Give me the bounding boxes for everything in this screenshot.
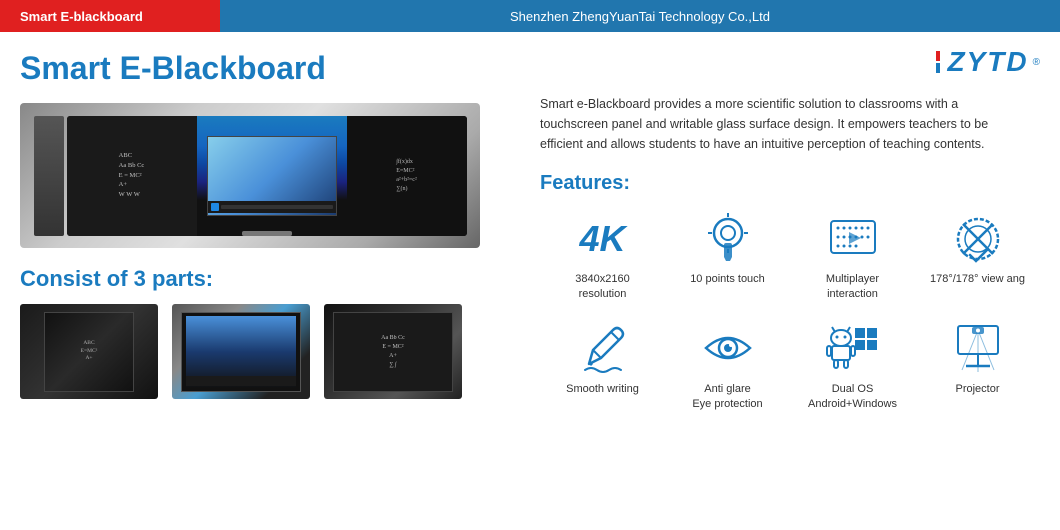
dualos-icon-svg (823, 322, 883, 374)
viewangle-icon-svg (952, 213, 1004, 265)
feature-viewangle-label: 178°/178° view ang (930, 272, 1025, 287)
consist-title: Consist of 3 parts: (20, 266, 510, 292)
feature-touch: 10 points touch (665, 211, 790, 303)
logo-text: ZYTD (948, 46, 1029, 78)
main-content: Smart E-Blackboard ABCAa Bb CcE = MC²A+W… (0, 32, 1060, 530)
features-grid: 4K 3840x2160resolution (540, 211, 1040, 413)
multiplayer-icon (823, 211, 883, 266)
logo-reg: ® (1033, 57, 1040, 68)
part-3-image: Aa Bb CcE = MC²A+∑ ∫ (324, 304, 462, 399)
feature-4k-icon: 4K (573, 211, 633, 266)
writing-icon (573, 321, 633, 376)
viewangle-icon (948, 211, 1008, 266)
left-panel: Smart E-Blackboard ABCAa Bb CcE = MC²A+W… (0, 32, 530, 530)
multiplayer-icon-svg (827, 213, 879, 265)
product-image-main: ABCAa Bb CcE = MC²A+W W W (20, 103, 480, 248)
header-brand: Smart E-blackboard (0, 0, 220, 32)
feature-eyeprotect-label: Anti glareEye protection (692, 382, 762, 413)
page-title: Smart E-Blackboard (20, 50, 510, 87)
feature-multiplayer: Multiplayerinteraction (790, 211, 915, 303)
eyeprotect-icon (698, 321, 758, 376)
feature-writing: Smooth writing (540, 321, 665, 413)
dualos-icon (823, 321, 883, 376)
feature-4k: 4K 3840x2160resolution (540, 211, 665, 303)
feature-projector-label: Projector (955, 382, 999, 397)
writing-icon-svg (577, 322, 629, 374)
feature-dualos-label: Dual OSAndroid+Windows (808, 382, 897, 413)
header-brand-label: Smart E-blackboard (20, 9, 143, 24)
part-2-image (172, 304, 310, 399)
feature-projector: Projector (915, 321, 1040, 413)
feature-viewangle: 178°/178° view ang (915, 211, 1040, 303)
feature-4k-label: 3840x2160resolution (575, 272, 629, 303)
part-1-image: ABCE=MC²A+ (20, 304, 158, 399)
projector-icon-svg (952, 322, 1004, 374)
projector-icon (948, 321, 1008, 376)
right-panel: ZYTD ® Smart e-Blackboard provides a mor… (530, 32, 1060, 530)
eyeprotect-icon-svg (702, 322, 754, 374)
logo: ZYTD ® (936, 46, 1040, 78)
feature-touch-label: 10 points touch (690, 272, 765, 287)
header-company: Shenzhen ZhengYuanTai Technology Co.,Ltd (220, 0, 1060, 32)
feature-writing-label: Smooth writing (566, 382, 639, 397)
product-description: Smart e-Blackboard provides a more scien… (540, 94, 1000, 154)
header-company-label: Shenzhen ZhengYuanTai Technology Co.,Ltd (510, 9, 770, 24)
feature-dualos: Dual OSAndroid+Windows (790, 321, 915, 413)
touch-icon-svg (702, 213, 754, 265)
features-title: Features: (540, 172, 1040, 195)
header: Smart E-blackboard Shenzhen ZhengYuanTai… (0, 0, 1060, 32)
feature-eyeprotect: Anti glareEye protection (665, 321, 790, 413)
parts-row: ABCE=MC²A+ Aa Bb CcE = MC²A+∑ ∫ (20, 304, 510, 399)
feature-multiplayer-label: Multiplayerinteraction (826, 272, 879, 303)
touch-icon (698, 211, 758, 266)
